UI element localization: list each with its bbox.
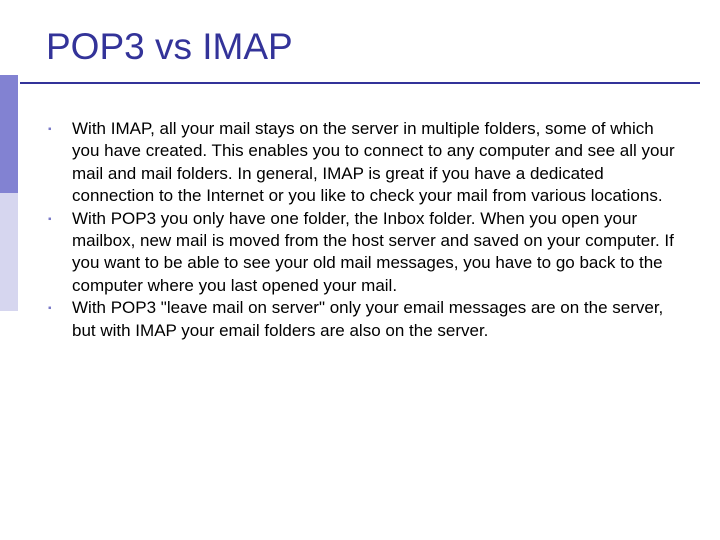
list-item-text: With IMAP, all your mail stays on the se… [72,118,676,208]
page-title: POP3 vs IMAP [46,26,293,68]
list-item-text: With POP3 you only have one folder, the … [72,208,676,298]
bullet-icon: ▪ [48,118,72,141]
bullet-icon: ▪ [48,208,72,231]
list-item: ▪ With IMAP, all your mail stays on the … [48,118,676,208]
title-underline [20,82,700,84]
list-item: ▪ With POP3 "leave mail on server" only … [48,297,676,342]
list-item-text: With POP3 "leave mail on server" only yo… [72,297,676,342]
list-item: ▪ With POP3 you only have one folder, th… [48,208,676,298]
bullet-list: ▪ With IMAP, all your mail stays on the … [48,118,676,342]
accent-bar-dark [0,75,18,193]
accent-bar-light [0,193,18,311]
bullet-icon: ▪ [48,297,72,320]
